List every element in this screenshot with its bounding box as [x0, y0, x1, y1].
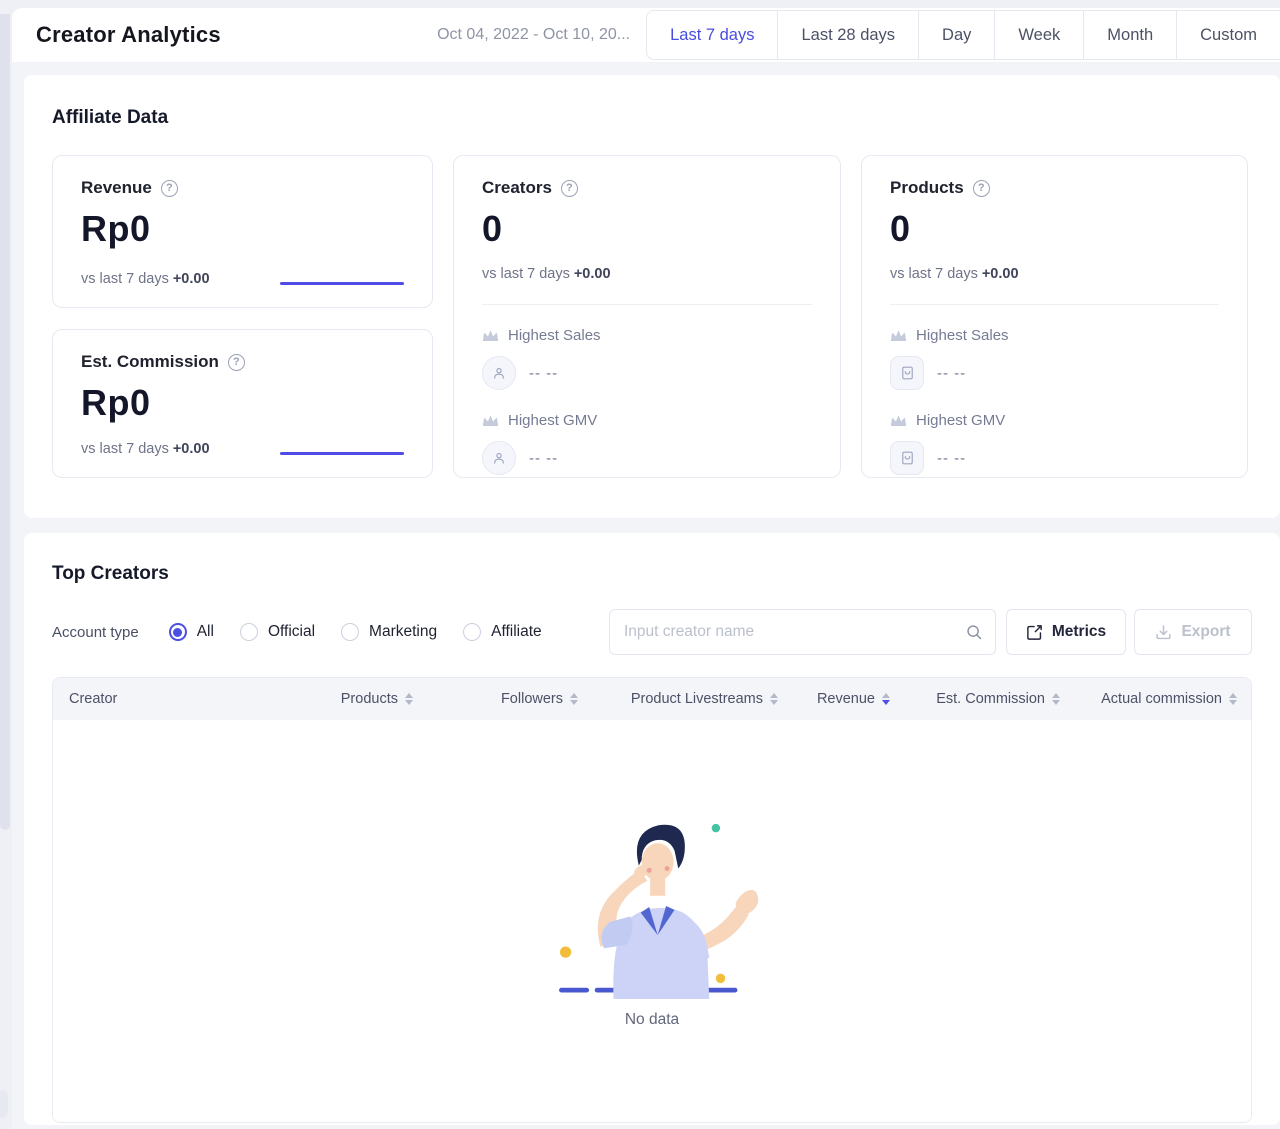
creators-card-title: Creators — [482, 178, 552, 198]
highest-gmv-label-row: Highest GMV — [890, 412, 1219, 429]
est-commission-value: Rp0 — [81, 382, 404, 424]
stat-cards-grid: Revenue ? Rp0 vs last 7 days+0.00 Creato… — [52, 155, 1252, 478]
table-empty-state: No data — [53, 720, 1251, 1122]
creators-card: Creators ? 0 vs last 7 days+0.00 Highest… — [453, 155, 841, 478]
sort-caret-icon[interactable] — [1052, 693, 1060, 706]
radio-circle[interactable] — [341, 623, 359, 641]
highest-gmv-product: -- -- — [890, 441, 1219, 475]
column-header-creator: Creator — [53, 691, 295, 707]
search-icon[interactable] — [965, 623, 983, 641]
creators-value: 0 — [482, 208, 812, 250]
est-commission-compare: vs last 7 days+0.00 — [81, 441, 210, 457]
affiliate-data-panel: Affiliate Data Revenue ? Rp0 vs last 7 d… — [24, 75, 1280, 518]
divider — [890, 304, 1219, 305]
column-header-product-livestreams[interactable]: Product Livestreams — [578, 691, 778, 707]
left-rail-bottom-nub — [0, 1090, 8, 1118]
help-icon[interactable]: ? — [973, 180, 990, 197]
top-creators-panel: Top Creators Account type All Official M… — [24, 533, 1280, 1125]
highest-gmv-creator: -- -- — [482, 441, 812, 475]
revenue-sparkline — [280, 282, 404, 285]
crown-icon — [890, 329, 907, 342]
tab-last-28-days[interactable]: Last 28 days — [777, 11, 918, 59]
divider — [482, 304, 812, 305]
radio-affiliate[interactable]: Affiliate — [463, 623, 542, 641]
radio-circle[interactable] — [240, 623, 258, 641]
main-sheet: Creator Analytics Oct 04, 2022 - Oct 10,… — [12, 8, 1280, 1129]
highest-sales-label-row: Highest Sales — [482, 327, 812, 344]
sort-caret-icon[interactable] — [1229, 693, 1237, 706]
radio-circle[interactable] — [463, 623, 481, 641]
products-card: Products ? 0 vs last 7 days+0.00 Highest… — [861, 155, 1248, 478]
no-data-text: No data — [625, 1011, 679, 1029]
app-header: Creator Analytics Oct 04, 2022 - Oct 10,… — [12, 8, 1280, 62]
radio-marketing[interactable]: Marketing — [341, 623, 437, 641]
date-range-text: Oct 04, 2022 - Oct 10, 20... — [437, 26, 630, 44]
account-type-label: Account type — [52, 624, 139, 641]
column-header-revenue[interactable]: Revenue — [778, 691, 890, 707]
metrics-button[interactable]: Metrics — [1006, 609, 1126, 655]
est-commission-sparkline — [280, 452, 404, 455]
tab-day[interactable]: Day — [918, 11, 994, 59]
tab-last-7-days[interactable]: Last 7 days — [647, 11, 777, 59]
radio-all[interactable]: All — [169, 623, 214, 641]
highest-sales-label-row: Highest Sales — [890, 327, 1219, 344]
sort-caret-icon[interactable] — [770, 693, 778, 706]
date-range-tab-group: Last 7 days Last 28 days Day Week Month … — [646, 10, 1280, 60]
sort-caret-icon[interactable] — [405, 693, 413, 706]
export-download-icon — [1155, 624, 1172, 641]
tab-month[interactable]: Month — [1083, 11, 1176, 59]
creator-search-input[interactable] — [609, 609, 996, 655]
sort-caret-icon[interactable] — [570, 693, 578, 706]
highest-sales-product: -- -- — [890, 356, 1219, 390]
creators-compare: vs last 7 days+0.00 — [482, 266, 812, 282]
page-title: Creator Analytics — [36, 22, 221, 48]
top-creators-title: Top Creators — [52, 563, 1252, 585]
products-card-title: Products — [890, 178, 964, 198]
highest-gmv-label-row: Highest GMV — [482, 412, 812, 429]
shopping-bag-icon — [890, 356, 924, 390]
affiliate-data-title: Affiliate Data — [52, 107, 1252, 129]
est-commission-card: Est. Commission ? Rp0 vs last 7 days+0.0… — [52, 329, 433, 478]
person-icon — [482, 441, 516, 475]
creator-search — [609, 609, 996, 655]
help-icon[interactable]: ? — [228, 354, 245, 371]
crown-icon — [482, 414, 499, 427]
help-icon[interactable]: ? — [561, 180, 578, 197]
revenue-card: Revenue ? Rp0 vs last 7 days+0.00 — [52, 155, 433, 308]
column-header-actual-commission[interactable]: Actual commission — [1060, 691, 1251, 707]
person-icon — [482, 356, 516, 390]
products-value: 0 — [890, 208, 1219, 250]
no-data-illustration — [544, 813, 760, 1001]
revenue-value: Rp0 — [81, 208, 404, 250]
export-button[interactable]: Export — [1134, 609, 1252, 655]
crown-icon — [482, 329, 499, 342]
table-header-row: Creator Products Followers Product Lives… — [53, 678, 1251, 720]
filter-row: Account type All Official Marketing Affi… — [52, 609, 1252, 655]
sort-caret-icon-active-desc[interactable] — [882, 693, 890, 706]
tab-custom[interactable]: Custom — [1176, 11, 1280, 59]
radio-official[interactable]: Official — [240, 623, 315, 641]
help-icon[interactable]: ? — [161, 180, 178, 197]
column-header-followers[interactable]: Followers — [413, 691, 578, 707]
shopping-bag-icon — [890, 441, 924, 475]
column-header-products[interactable]: Products — [295, 691, 413, 707]
crown-icon — [890, 414, 907, 427]
revenue-compare: vs last 7 days+0.00 — [81, 271, 210, 287]
column-header-est-commission[interactable]: Est. Commission — [890, 691, 1060, 707]
highest-sales-creator: -- -- — [482, 356, 812, 390]
radio-circle-checked[interactable] — [169, 623, 187, 641]
tab-week[interactable]: Week — [994, 11, 1083, 59]
revenue-card-title: Revenue — [81, 178, 152, 198]
left-rail — [0, 14, 10, 830]
est-commission-card-title: Est. Commission — [81, 352, 219, 372]
top-creators-table: Creator Products Followers Product Lives… — [52, 677, 1252, 1123]
metrics-edit-icon — [1026, 624, 1043, 641]
products-compare: vs last 7 days+0.00 — [890, 266, 1219, 282]
